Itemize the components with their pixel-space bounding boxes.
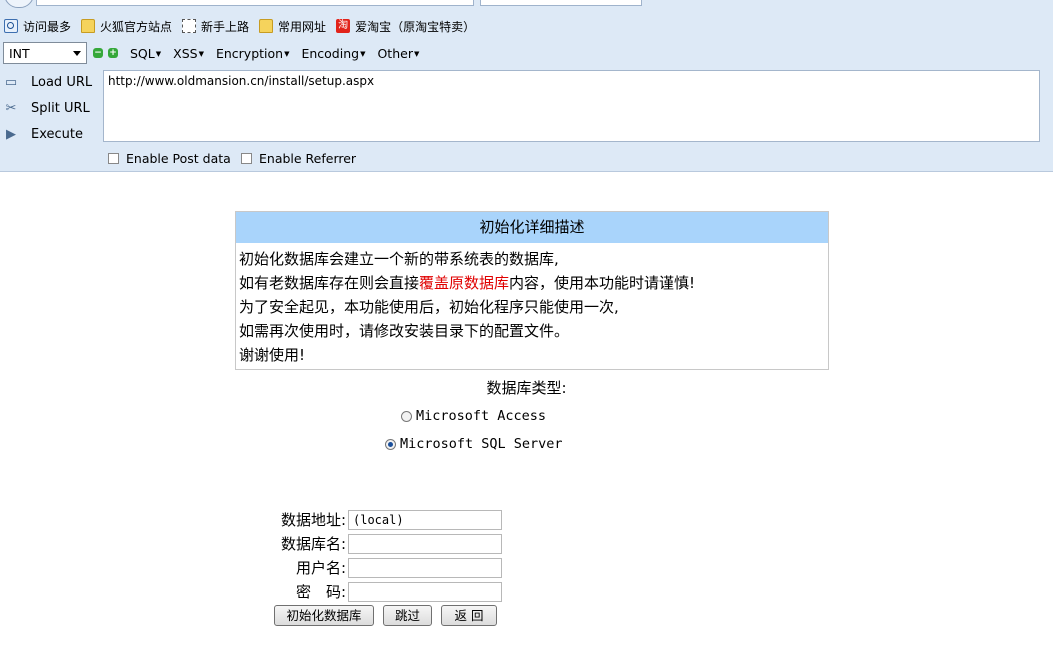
enable-referrer-checkbox[interactable]: Enable Referrer: [241, 151, 356, 166]
folder-icon: [259, 19, 274, 33]
plus-icon[interactable]: +: [108, 48, 118, 58]
chevron-down-icon: [73, 50, 81, 56]
scissors-icon: ✂: [5, 100, 17, 116]
menu-encryption[interactable]: Encryption▼: [216, 46, 290, 61]
dashed-page-icon: [182, 19, 197, 33]
search-bar[interactable]: [480, 0, 642, 6]
taobao-icon: 淘: [336, 19, 351, 33]
type-select-value: INT: [9, 45, 30, 61]
radio-access[interactable]: Microsoft Access: [401, 408, 546, 424]
username-row: 用户名:: [250, 557, 502, 578]
checkbox-box[interactable]: [108, 153, 119, 164]
load-icon: ▭: [4, 74, 18, 90]
menu-encoding[interactable]: Encoding▼: [301, 46, 365, 61]
skip-button[interactable]: 跳过: [383, 605, 432, 626]
bookmark-getting-started[interactable]: 新手上路: [182, 18, 249, 35]
hackbar-toolbar: INT − + SQL▼ XSS▼ Encryption▼ Encoding▼ …: [0, 41, 419, 65]
browser-chrome: 访问最多 火狐官方站点 新手上路 常用网址 淘 爱淘宝（原淘宝特卖） INT −…: [0, 0, 1053, 172]
bookmark-label: 爱淘宝（原淘宝特卖）: [355, 19, 476, 34]
password-label: 密 码:: [295, 583, 346, 601]
username-label: 用户名:: [295, 559, 346, 577]
description-panel: 初始化详细描述 初始化数据库会建立一个新的带系统表的数据库, 如有老数据库存在则…: [235, 211, 829, 370]
back-button[interactable]: [4, 0, 34, 8]
bookmark-most-visited[interactable]: 访问最多: [4, 18, 71, 35]
address-label: 数据地址:: [280, 511, 346, 529]
init-database-button[interactable]: 初始化数据库: [274, 605, 374, 626]
url-textarea[interactable]: http://www.oldmansion.cn/install/setup.a…: [103, 70, 1040, 142]
description-line: 如需再次使用时，请修改安装目录下的配置文件。: [239, 322, 570, 340]
bookmark-firefox-official[interactable]: 火狐官方站点: [81, 18, 172, 35]
description-line: 如有老数据库存在则会直接覆盖原数据库内容，使用本功能时请谨慎!: [239, 274, 696, 292]
menu-xss[interactable]: XSS▼: [173, 46, 204, 61]
dbname-row: 数据库名:: [250, 533, 502, 554]
username-input[interactable]: [348, 557, 502, 578]
menu-sql[interactable]: SQL▼: [130, 46, 161, 61]
description-line: 谢谢使用!: [239, 346, 306, 364]
bookmarks-toolbar: 访问最多 火狐官方站点 新手上路 常用网址 淘 爱淘宝（原淘宝特卖）: [0, 14, 481, 38]
description-line: 初始化数据库会建立一个新的带系统表的数据库,: [239, 250, 559, 268]
address-input[interactable]: (local): [348, 509, 502, 530]
nav-toolbar-remnant: [0, 0, 1053, 8]
bookmark-taobao[interactable]: 淘 爱淘宝（原淘宝特卖）: [336, 18, 475, 35]
execute-button[interactable]: ▶ Execute: [0, 124, 83, 144]
radio-button-selected[interactable]: [385, 438, 396, 450]
description-body: 初始化数据库会建立一个新的带系统表的数据库, 如有老数据库存在则会直接覆盖原数据…: [236, 243, 828, 371]
bookmark-label: 新手上路: [201, 19, 250, 34]
enable-post-checkbox[interactable]: Enable Post data: [108, 151, 231, 166]
type-select[interactable]: INT: [3, 42, 87, 64]
address-bar[interactable]: [36, 0, 474, 6]
bookmark-label: 访问最多: [23, 19, 72, 34]
address-row: 数据地址: (local): [250, 509, 502, 530]
db-type-label: 数据库类型:: [486, 379, 567, 397]
checkbox-box[interactable]: [241, 153, 252, 164]
dbname-input[interactable]: [348, 533, 502, 554]
minus-icon[interactable]: −: [93, 48, 103, 58]
password-row: 密 码:: [250, 581, 502, 602]
description-line: 为了安全起见，本功能使用后，初始化程序只能使用一次,: [239, 298, 619, 316]
search-icon: [4, 19, 18, 33]
load-url-button[interactable]: ▭ Load URL: [0, 72, 92, 92]
bookmark-label: 火狐官方站点: [100, 19, 173, 34]
menu-other[interactable]: Other▼: [377, 46, 419, 61]
back-button-form[interactable]: 返 回: [441, 605, 497, 626]
bookmark-label: 常用网址: [278, 19, 327, 34]
warning-text: 覆盖原数据库: [419, 274, 510, 292]
password-input[interactable]: [348, 581, 502, 602]
bookmark-common-sites[interactable]: 常用网址: [259, 18, 326, 35]
folder-icon: [81, 19, 96, 33]
split-url-button[interactable]: ✂ Split URL: [0, 98, 90, 118]
description-title: 初始化详细描述: [236, 212, 828, 243]
play-icon: ▶: [6, 126, 16, 142]
radio-sqlserver[interactable]: Microsoft SQL Server: [385, 436, 563, 452]
dbname-label: 数据库名:: [280, 535, 346, 553]
radio-button[interactable]: [401, 410, 412, 422]
